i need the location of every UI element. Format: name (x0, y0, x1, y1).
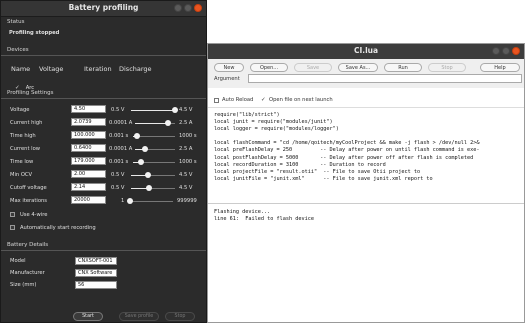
close-icon[interactable] (512, 47, 520, 55)
argument-label: Argument (214, 76, 240, 82)
devices-heading: Devices (7, 47, 29, 53)
maximize-icon[interactable] (502, 47, 510, 55)
setting-min: 0.5 V (111, 185, 125, 191)
setting-label: Current high (10, 120, 43, 126)
setting-value-input[interactable]: 4.50 (71, 105, 106, 113)
divider (208, 203, 524, 204)
setting-max: 1000 s (179, 159, 197, 165)
save-button[interactable]: Save (294, 63, 332, 72)
setting-min: 0.001 s (109, 159, 129, 165)
setting-value-input[interactable]: 2.00 (71, 170, 106, 178)
toolbar: New Open... Save Save As... Run Stop Hel… (208, 59, 524, 88)
setting-slider[interactable] (135, 146, 175, 152)
setting-min: 0.5 V (111, 107, 125, 113)
setting-label: Time low (10, 159, 34, 165)
setting-slider[interactable] (131, 172, 175, 178)
setting-value-input[interactable]: 100.000 (71, 131, 106, 139)
setting-min: 0.5 V (111, 172, 125, 178)
status-heading: Status (7, 19, 25, 25)
setting-value-input[interactable]: 179.000 (71, 157, 106, 165)
setting-label: Max iterations (10, 198, 47, 204)
setting-slider[interactable] (135, 120, 175, 126)
setting-label: Cutoff voltage (10, 185, 47, 191)
setting-value-input[interactable]: 2.0739 (71, 118, 106, 126)
manufacturer-input[interactable]: CNX Software (75, 269, 117, 277)
ci-lua-window: CI.lua New Open... Save Save As... Run S… (207, 43, 525, 323)
maximize-icon[interactable] (184, 4, 192, 12)
setting-value-input[interactable]: 0.6400 (71, 144, 106, 152)
check-icon[interactable]: ✓ (261, 97, 266, 103)
setting-max: 1000 s (179, 133, 197, 139)
setting-min: 1 (121, 198, 125, 204)
save-profile-button[interactable]: Save profile (119, 312, 159, 321)
detail-label: Model (10, 258, 26, 264)
run-button[interactable]: Run (384, 63, 422, 72)
setting-min: 0.001 s (109, 133, 129, 139)
model-input[interactable]: CNXSOFT-001 (75, 257, 117, 265)
detail-label: Manufacturer (10, 270, 45, 276)
setting-max: 4.5 V (179, 185, 193, 191)
setting-value-input[interactable]: 20000 (71, 196, 106, 204)
setting-label: Min OCV (10, 172, 33, 178)
setting-max: 4.5 V (179, 107, 193, 113)
detail-label: Size (mm) (10, 282, 37, 288)
setting-slider[interactable] (131, 107, 178, 113)
minimize-icon[interactable] (492, 47, 500, 55)
column-discharge[interactable]: Discharge (119, 65, 152, 73)
divider (208, 107, 524, 108)
setting-label: Time high (10, 133, 36, 139)
setting-value-input[interactable]: 2.14 (71, 183, 106, 191)
auto-reload-label: Auto Reload (222, 97, 254, 103)
setting-max: 4.5 V (179, 172, 193, 178)
setting-max: 999999 (177, 198, 197, 204)
stop-button[interactable]: Stop (428, 63, 466, 72)
save-as-button[interactable]: Save As... (338, 63, 378, 72)
title-bar: Battery profiling (1, 1, 206, 17)
setting-slider[interactable] (126, 198, 173, 204)
details-heading: Battery Details (7, 242, 49, 248)
close-icon[interactable] (194, 4, 202, 12)
battery-profiling-window: Battery profiling Status Profiling stopp… (0, 0, 207, 323)
new-button[interactable]: New (214, 63, 244, 72)
column-iteration[interactable]: Iteration (84, 65, 112, 73)
output-console: Flashing device... line 61: Failed to fl… (214, 209, 314, 223)
setting-min: 0.0001 A (109, 120, 133, 126)
setting-slider[interactable] (131, 185, 175, 191)
title-bar: CI.lua (208, 44, 524, 59)
code-editor[interactable]: require("lib/strict") local junit = requ… (214, 112, 479, 183)
help-button[interactable]: Help (480, 63, 520, 72)
argument-input[interactable] (248, 74, 522, 83)
stop-button[interactable]: Stop (165, 312, 195, 321)
status-text: Profiling stopped (9, 30, 60, 36)
setting-slider[interactable] (133, 133, 175, 139)
column-name[interactable]: Name (11, 65, 30, 73)
setting-min: 0.0001 A (109, 146, 133, 152)
auto-start-checkbox[interactable] (10, 225, 15, 230)
open-on-launch-label: Open file on next launch (269, 97, 333, 103)
setting-label: Current low (10, 146, 40, 152)
start-button[interactable]: Start (73, 312, 103, 321)
use-4wire-label: Use 4-wire (20, 212, 48, 218)
settings-heading: Profiling Settings (7, 90, 54, 96)
auto-start-label: Automatically start recording (20, 225, 96, 231)
setting-max: 2.5 A (179, 146, 193, 152)
window-title: CI.lua (353, 46, 379, 55)
auto-reload-checkbox[interactable] (214, 98, 219, 103)
minimize-icon[interactable] (174, 4, 182, 12)
column-voltage[interactable]: Voltage (39, 65, 63, 73)
setting-label: Voltage (10, 107, 30, 113)
setting-slider[interactable] (133, 159, 175, 165)
use-4wire-checkbox[interactable] (10, 212, 15, 217)
open-button[interactable]: Open... (250, 63, 288, 72)
setting-max: 2.5 A (179, 120, 193, 126)
size-input[interactable]: 56 (75, 281, 117, 289)
